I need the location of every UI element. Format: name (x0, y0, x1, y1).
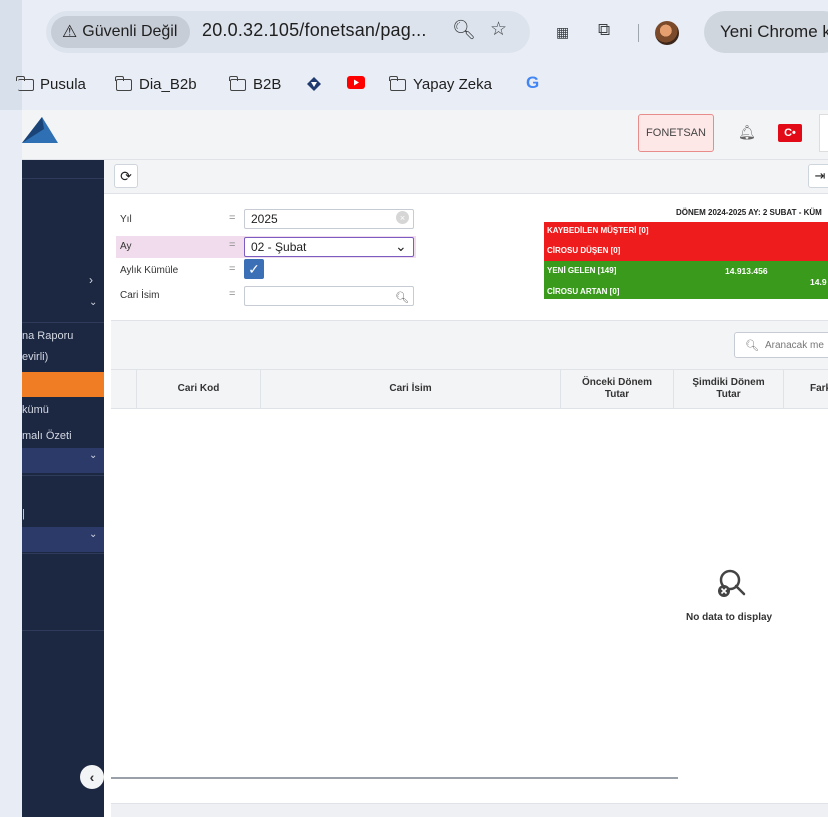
column-prev-period[interactable]: Önceki Dönem Tutar (560, 369, 673, 409)
url-text[interactable]: 20.0.32.105/fonetsan/pag... (202, 20, 427, 41)
year-input[interactable]: 2025 (244, 209, 414, 229)
sidebar-item-active[interactable] (22, 372, 104, 397)
folder-icon (229, 75, 246, 91)
check-icon: ✓ (248, 260, 260, 277)
chevron-down-icon[interactable]: ⌄ (89, 297, 97, 308)
folder-icon (389, 75, 406, 91)
lost-customers[interactable]: KAYBEDİLEN MÜŞTERİ [0] (547, 226, 649, 235)
sidebar-divider (22, 322, 104, 323)
new-customers-value-2: 14.9 (810, 277, 827, 287)
sidebar-divider (22, 553, 104, 554)
bookmark-star-icon[interactable]: ☆ (490, 18, 507, 41)
month-label: Ay (120, 241, 132, 252)
name-input[interactable] (244, 286, 414, 306)
column-cari-isim[interactable]: Cari İsim (260, 369, 560, 409)
youtube-icon (347, 76, 365, 89)
cumulative-operator: = (229, 263, 236, 275)
year-label: Yıl (120, 214, 132, 225)
new-customers-value: 14.913.456 (725, 266, 768, 276)
refresh-button[interactable]: ⟳ (114, 164, 138, 188)
sidebar-item-cumulative[interactable]: kümü (22, 404, 49, 416)
folder-icon (115, 75, 132, 91)
sidebar-divider (22, 178, 104, 179)
horizontal-scrollbar[interactable] (111, 777, 678, 779)
bookmark-yapay-zeka[interactable]: Yapay Zeka (389, 75, 492, 93)
company-button[interactable]: FONETSAN (638, 114, 714, 152)
sidebar-divider (22, 630, 104, 631)
cumulative-label: Aylık Kümüle (120, 265, 179, 276)
header-user-button[interactable] (819, 114, 828, 152)
bookmark-youtube[interactable] (347, 76, 365, 89)
security-label: Güvenli Değil (82, 23, 178, 40)
warning-icon: ⚠ (62, 22, 78, 41)
chevron-right-icon[interactable]: › (89, 273, 93, 287)
app-logo-icon (307, 77, 321, 91)
sidebar-collapse-button[interactable]: ‹ (80, 765, 104, 789)
month-select[interactable]: 02 - Şubat (244, 237, 414, 257)
profile-chip[interactable]: Yeni Chrome k (704, 11, 828, 53)
summary-title: DÖNEM 2024-2025 AY: 2 SUBAT - KÜM (676, 208, 822, 217)
year-operator: = (229, 212, 236, 224)
app-logo-icon[interactable] (22, 111, 58, 149)
chevron-down-icon[interactable]: ⌄ (89, 529, 97, 540)
bookmark-dia-b2b[interactable]: Dia_B2b (115, 75, 197, 93)
bookmark-pusula[interactable]: Pusula (16, 75, 86, 93)
refresh-icon: ⟳ (120, 167, 132, 184)
search-icon: 🔍︎ (745, 339, 759, 352)
name-label: Cari İsim (120, 290, 160, 301)
security-chip[interactable]: ⚠ Güvenli Değil (51, 16, 190, 48)
chevron-down-icon[interactable]: ⌄ (89, 450, 97, 461)
revenue-down[interactable]: CİROSU DÜŞEN [0] (547, 246, 620, 255)
sidebar-item-rotated[interactable]: evirli) (22, 351, 48, 363)
page-toolbar (104, 160, 828, 194)
export-icon: ⇥ (814, 168, 826, 183)
turkey-flag-icon[interactable]: C• (778, 124, 802, 142)
grid-search-input[interactable]: 🔍︎ Aranacak me (734, 332, 828, 358)
empty-state-text: No data to display (686, 612, 773, 623)
sidebar-divider (22, 475, 104, 476)
export-button[interactable]: ⇥ (808, 164, 828, 188)
bell-icon[interactable]: 🔔︎ (738, 124, 756, 141)
column-difference[interactable]: Fark (783, 369, 828, 409)
toolbar-divider (638, 24, 639, 42)
qr-code-icon[interactable]: ▦ (556, 24, 569, 41)
column-curr-period[interactable]: Şimdiki Dönem Tutar (673, 369, 783, 409)
zoom-icon[interactable]: 🔍︎ (452, 18, 476, 42)
profile-avatar[interactable] (655, 21, 679, 45)
column-cari-kod[interactable]: Cari Kod (136, 369, 260, 409)
extensions-icon[interactable]: ⧉ (598, 20, 610, 40)
grid-toolbar (111, 320, 828, 369)
sidebar-item-summary[interactable]: malı Özeti (22, 430, 72, 442)
sidebar-edge (0, 160, 22, 817)
chevron-down-icon[interactable]: ⌄ (395, 238, 407, 255)
bookmark-google[interactable]: G (526, 73, 539, 93)
sidebar-item-marker[interactable]: | (22, 508, 25, 520)
clear-icon[interactable]: × (396, 211, 409, 224)
new-customers[interactable]: YENİ GELEN [149] (547, 266, 616, 275)
sidebar-item-sales-report[interactable]: na Raporu (22, 330, 73, 342)
folder-icon (16, 75, 34, 91)
google-icon: G (526, 73, 540, 92)
no-data-icon (718, 569, 746, 597)
revenue-up[interactable]: CİROSU ARTAN [0] (547, 287, 619, 296)
grid-footer (111, 803, 828, 817)
search-icon[interactable]: 🔍︎ (395, 291, 409, 304)
name-operator: = (229, 288, 236, 300)
bookmark-app[interactable] (306, 76, 322, 92)
profile-label: Yeni Chrome k (720, 22, 828, 41)
cumulative-checkbox[interactable]: ✓ (244, 259, 264, 279)
bookmark-b2b[interactable]: B2B (229, 75, 281, 93)
month-operator: = (229, 239, 236, 251)
